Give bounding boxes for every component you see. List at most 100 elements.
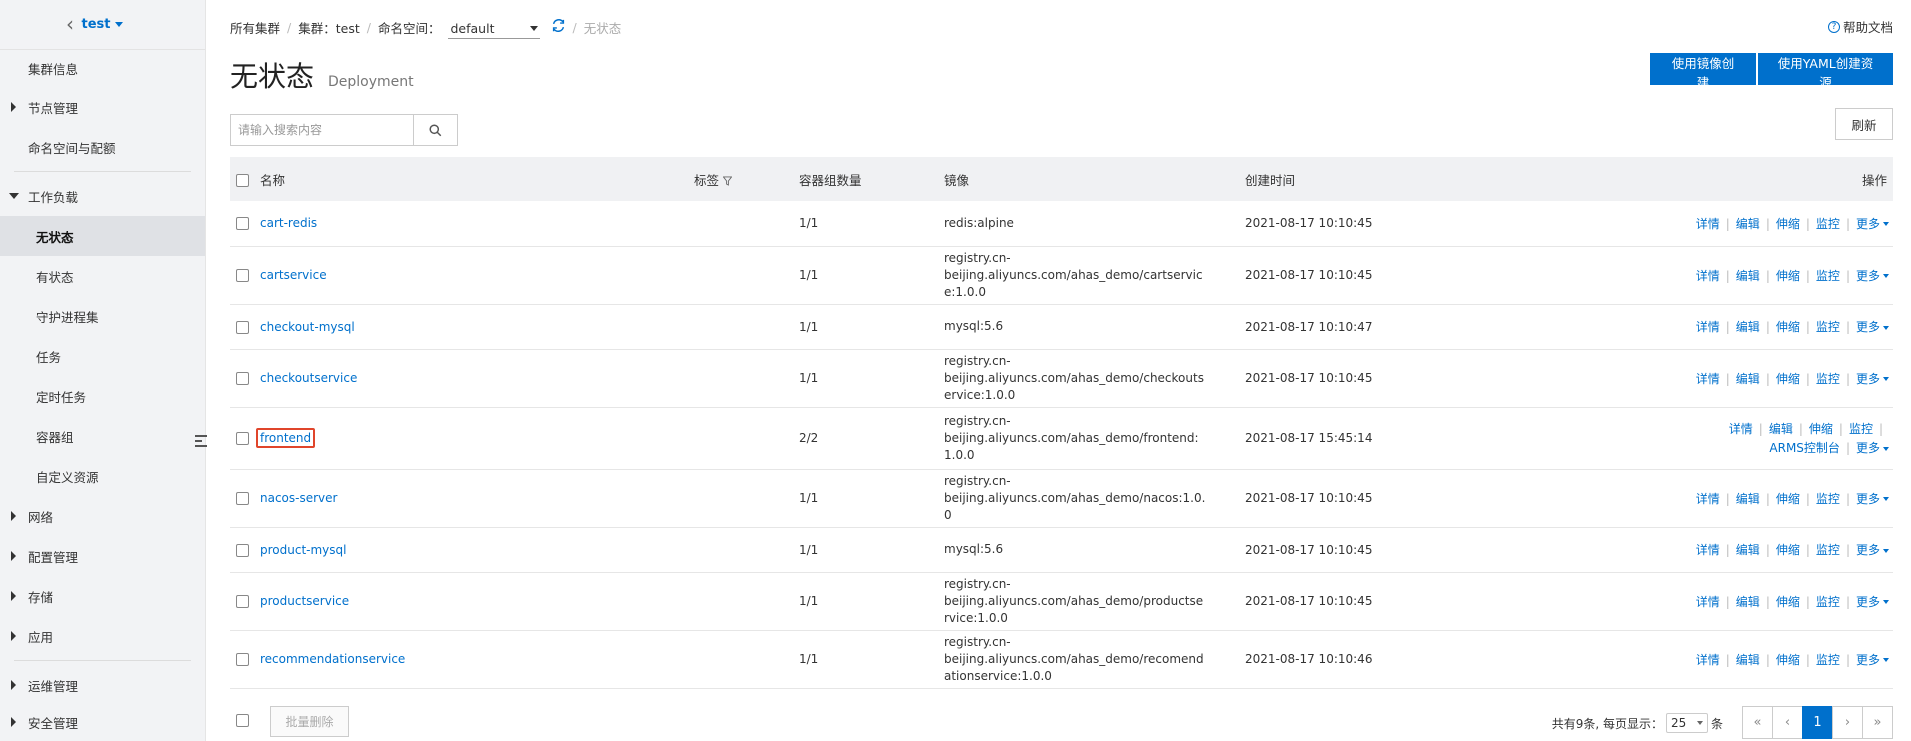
help-docs-link[interactable]: ? 帮助文档 (1827, 17, 1893, 36)
more-dropdown[interactable]: 更多 (1856, 653, 1889, 667)
detail-link[interactable]: 详情 (1696, 320, 1720, 334)
sidebar-item-custom-resources[interactable]: 自定义资源 (0, 456, 205, 496)
breadcrumb-cluster[interactable]: 集群：test (298, 18, 360, 37)
last-page-button[interactable]: » (1862, 706, 1893, 739)
more-dropdown[interactable]: 更多 (1856, 441, 1889, 455)
detail-link[interactable]: 详情 (1696, 595, 1720, 609)
deployment-name-link[interactable]: nacos-server (260, 491, 337, 505)
back-chevron-icon[interactable]: ‹ (66, 14, 74, 34)
sidebar-item-statefulsets[interactable]: 有状态 (0, 256, 205, 296)
deployment-name-link[interactable]: productservice (260, 594, 349, 608)
scale-link[interactable]: 伸缩 (1776, 595, 1800, 609)
sidebar-item-apps[interactable]: 应用 (0, 616, 205, 656)
monitor-link[interactable]: 监控 (1816, 372, 1840, 386)
scale-link[interactable]: 伸缩 (1809, 422, 1833, 436)
page-1-button[interactable]: 1 (1802, 706, 1833, 739)
deployment-name-link[interactable]: recommendationservice (260, 652, 405, 666)
scale-link[interactable]: 伸缩 (1776, 653, 1800, 667)
deployment-name-link[interactable]: checkout-mysql (260, 320, 355, 334)
edit-link[interactable]: 编辑 (1736, 543, 1760, 557)
more-dropdown[interactable]: 更多 (1856, 320, 1889, 334)
search-button[interactable] (414, 114, 458, 146)
monitor-link[interactable]: 监控 (1816, 320, 1840, 334)
sidebar-item-network[interactable]: 网络 (0, 496, 205, 536)
detail-link[interactable]: 详情 (1696, 217, 1720, 231)
monitor-link[interactable]: 监控 (1849, 422, 1873, 436)
sidebar-item-workloads[interactable]: 工作负载 (0, 176, 205, 216)
more-dropdown[interactable]: 更多 (1856, 595, 1889, 609)
filter-icon[interactable] (722, 174, 733, 189)
more-dropdown[interactable]: 更多 (1856, 492, 1889, 506)
row-checkbox[interactable] (236, 492, 249, 505)
deployment-name-link[interactable]: checkoutservice (260, 371, 357, 385)
first-page-button[interactable]: « (1742, 706, 1773, 739)
sidebar-item-cluster-info[interactable]: 集群信息 (0, 50, 205, 87)
header-labels[interactable]: 标签 (694, 157, 799, 201)
prev-page-button[interactable]: ‹ (1772, 706, 1803, 739)
edit-link[interactable]: 编辑 (1736, 320, 1760, 334)
page-size-select[interactable]: 25 (1665, 713, 1708, 733)
detail-link[interactable]: 详情 (1696, 492, 1720, 506)
scale-link[interactable]: 伸缩 (1776, 320, 1800, 334)
create-from-yaml-button[interactable]: 使用YAML创建资源 (1758, 53, 1893, 90)
monitor-link[interactable]: 监控 (1816, 653, 1840, 667)
more-dropdown[interactable]: 更多 (1856, 217, 1889, 231)
scale-link[interactable]: 伸缩 (1776, 217, 1800, 231)
sidebar-item-storage[interactable]: 存储 (0, 576, 205, 616)
row-checkbox[interactable] (236, 543, 249, 557)
edit-link[interactable]: 编辑 (1736, 595, 1760, 609)
row-checkbox[interactable] (236, 653, 249, 666)
edit-link[interactable]: 编辑 (1736, 217, 1760, 231)
monitor-link[interactable]: 监控 (1816, 543, 1840, 557)
row-checkbox[interactable] (236, 269, 249, 282)
sidebar-item-nodes[interactable]: 节点管理 (0, 87, 205, 127)
detail-link[interactable]: 详情 (1729, 422, 1753, 436)
breadcrumb-all-clusters[interactable]: 所有集群 (230, 18, 280, 37)
monitor-link[interactable]: 监控 (1816, 492, 1840, 506)
detail-link[interactable]: 详情 (1696, 372, 1720, 386)
deployment-name-link[interactable]: product-mysql (260, 543, 346, 557)
more-dropdown[interactable]: 更多 (1856, 372, 1889, 386)
sidebar-item-cronjobs[interactable]: 定时任务 (0, 376, 205, 416)
sidebar-item-daemonsets[interactable]: 守护进程集 (0, 296, 205, 336)
edit-link[interactable]: 编辑 (1769, 422, 1793, 436)
row-checkbox[interactable] (236, 217, 249, 231)
monitor-link[interactable]: 监控 (1816, 269, 1840, 283)
deployment-name-link[interactable]: frontend (256, 428, 316, 448)
namespace-select[interactable]: default (448, 19, 541, 39)
detail-link[interactable]: 详情 (1696, 269, 1720, 283)
cluster-switcher[interactable]: test (82, 17, 124, 32)
sidebar-item-jobs[interactable]: 任务 (0, 336, 205, 376)
edit-link[interactable]: 编辑 (1736, 269, 1760, 283)
refresh-icon[interactable] (552, 18, 565, 36)
deployment-name-link[interactable]: cartservice (260, 268, 327, 282)
create-from-image-button[interactable]: 使用镜像创建 (1650, 53, 1756, 90)
select-all-checkbox[interactable] (236, 173, 249, 187)
scale-link[interactable]: 伸缩 (1776, 492, 1800, 506)
detail-link[interactable]: 详情 (1696, 653, 1720, 667)
row-checkbox[interactable] (236, 432, 249, 445)
sidebar-item-security[interactable]: 安全管理 (0, 705, 205, 739)
next-page-button[interactable]: › (1832, 706, 1863, 739)
batch-delete-button[interactable]: 批量删除 (270, 706, 349, 737)
sidebar-item-deployments[interactable]: 无状态 (0, 216, 205, 256)
refresh-button[interactable]: 刷新 (1835, 108, 1893, 140)
footer-select-all-checkbox[interactable] (236, 714, 249, 727)
row-checkbox[interactable] (236, 372, 249, 385)
deployment-name-link[interactable]: cart-redis (260, 216, 317, 230)
row-checkbox[interactable] (236, 595, 249, 608)
sidebar-item-namespaces[interactable]: 命名空间与配额 (0, 127, 205, 167)
edit-link[interactable]: 编辑 (1736, 372, 1760, 386)
scale-link[interactable]: 伸缩 (1776, 372, 1800, 386)
scale-link[interactable]: 伸缩 (1776, 543, 1800, 557)
detail-link[interactable]: 详情 (1696, 543, 1720, 557)
edit-link[interactable]: 编辑 (1736, 492, 1760, 506)
search-input[interactable] (230, 114, 414, 146)
sidebar-item-ops[interactable]: 运维管理 (0, 665, 205, 705)
row-checkbox[interactable] (236, 320, 249, 334)
more-dropdown[interactable]: 更多 (1856, 543, 1889, 557)
more-dropdown[interactable]: 更多 (1856, 269, 1889, 283)
sidebar-item-config[interactable]: 配置管理 (0, 536, 205, 576)
sidebar-item-pods[interactable]: 容器组 (0, 416, 205, 456)
arms-console-link[interactable]: ARMS控制台 (1769, 441, 1840, 455)
